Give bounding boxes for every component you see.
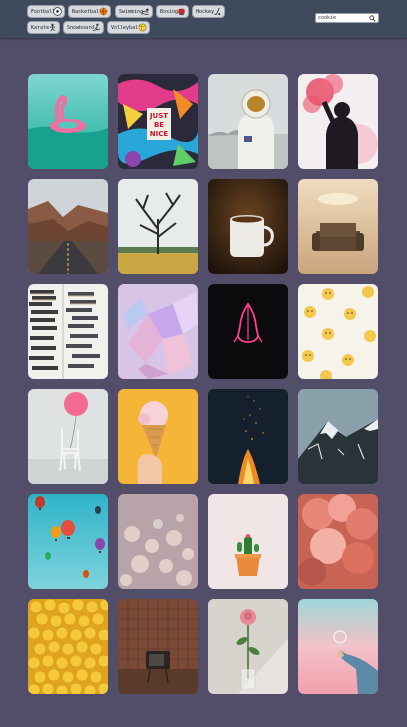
gallery-tile-just-be-nice-graffiti[interactable]: JUST BE NICE: [118, 74, 198, 169]
gallery-tile-neon-praying-hands[interactable]: [208, 284, 288, 379]
search-input[interactable]: [318, 14, 368, 22]
book-stacks-image: [28, 284, 108, 379]
category-chip-snowboard[interactable]: Snowboard: [63, 21, 104, 34]
karate-icon: [49, 23, 56, 32]
graffiti-image: JUST BE NICE: [118, 74, 198, 169]
gallery-tile-emoji-balls-pile[interactable]: [28, 599, 108, 694]
category-chip-boxing[interactable]: Boxing: [156, 5, 189, 18]
chip-label: Karate: [31, 25, 50, 31]
bare-tree-image: [118, 179, 198, 274]
gallery-tile-hand-lightbulb[interactable]: [298, 599, 378, 694]
lightbulb-image: [298, 599, 378, 694]
flamingo-float-image: [28, 74, 108, 169]
gallery-tile-egg-emoji-pattern[interactable]: [298, 284, 378, 379]
gallery-tile-campfire-sparks[interactable]: [208, 389, 288, 484]
gallery-tile-astronaut[interactable]: [208, 74, 288, 169]
bokeh-image: [118, 494, 198, 589]
swimmer-icon: [141, 8, 149, 15]
gallery-tile-snowy-mountain[interactable]: [298, 389, 378, 484]
ice-cream-image: [118, 389, 198, 484]
pink-clouds-image: [298, 494, 378, 589]
chip-label: Volleyball: [111, 25, 142, 31]
chip-label: Basketball: [72, 9, 103, 15]
rose-vase-image: [208, 599, 288, 694]
category-chip-basketball[interactable]: Basketball: [68, 5, 111, 18]
graffiti-text-line: NICE: [150, 130, 169, 138]
balloon-chair-image: [28, 389, 108, 484]
category-chip-football[interactable]: Football: [27, 5, 65, 18]
hot-air-balloons-image: [28, 494, 108, 589]
campfire-image: [208, 389, 288, 484]
emoji-balls-image: [28, 599, 108, 694]
gallery-tile-flamingo-float[interactable]: [28, 74, 108, 169]
volleyball-icon: [138, 23, 147, 32]
search-icon[interactable]: [369, 15, 376, 22]
vintage-tv-image: [118, 599, 198, 694]
photo-grid: JUST BE NICE: [28, 74, 378, 694]
gallery-tile-book-stacks[interactable]: [28, 284, 108, 379]
graffiti-text-line: BE: [154, 121, 164, 129]
desert-road-image: [28, 179, 108, 274]
graffiti-text-line: JUST: [149, 112, 168, 120]
gallery-tile-desert-road[interactable]: [28, 179, 108, 274]
smoke-flare-image: [298, 74, 378, 169]
chip-label: Snowboard: [67, 25, 95, 31]
crystals-image: [118, 284, 198, 379]
gallery-tile-old-armchair[interactable]: [298, 179, 378, 274]
gallery-tile-pink-crystals[interactable]: [118, 284, 198, 379]
chip-label: Hockey: [196, 9, 215, 15]
gallery-tile-coffee-mug[interactable]: [208, 179, 288, 274]
gallery-tile-pink-clouds[interactable]: [298, 494, 378, 589]
gallery-tile-pink-balloon-chair[interactable]: [28, 389, 108, 484]
gallery-tile-potted-cactus[interactable]: [208, 494, 288, 589]
egg-pattern-image: [298, 284, 378, 379]
chip-label: Football: [31, 9, 56, 15]
gallery-tile-rose-in-vase[interactable]: [208, 599, 288, 694]
mountain-image: [298, 389, 378, 484]
hockey-icon: [214, 7, 221, 16]
gallery-tile-ice-cream-cone[interactable]: [118, 389, 198, 484]
category-chip-volleyball[interactable]: Volleyball: [107, 21, 150, 34]
boxing-icon: [178, 8, 185, 16]
astronaut-image: [208, 74, 288, 169]
cactus-image: [208, 494, 288, 589]
chip-label: Boxing: [160, 9, 179, 15]
category-chip-hockey[interactable]: Hockey: [192, 5, 225, 18]
gallery-tile-hot-air-balloons[interactable]: [28, 494, 108, 589]
snowboard-icon: [92, 23, 101, 32]
gallery-tile-bokeh-lights[interactable]: [118, 494, 198, 589]
category-chip-swimming[interactable]: Swimming: [115, 5, 153, 18]
soccer-ball-icon: [53, 7, 62, 16]
search-box[interactable]: [315, 13, 379, 23]
gallery-tile-red-smoke-flare[interactable]: [298, 74, 378, 169]
gallery-tile-bare-tree[interactable]: [118, 179, 198, 274]
neon-hands-image: [208, 284, 288, 379]
gallery-tile-vintage-tv[interactable]: [118, 599, 198, 694]
coffee-mug-image: [208, 179, 288, 274]
category-chip-karate[interactable]: Karate: [27, 21, 60, 34]
top-bar: Football Basketball Swimming Boxing Hock…: [0, 0, 407, 38]
chip-label: Swimming: [119, 9, 144, 15]
armchair-image: [298, 179, 378, 274]
basketball-icon: [99, 7, 108, 16]
